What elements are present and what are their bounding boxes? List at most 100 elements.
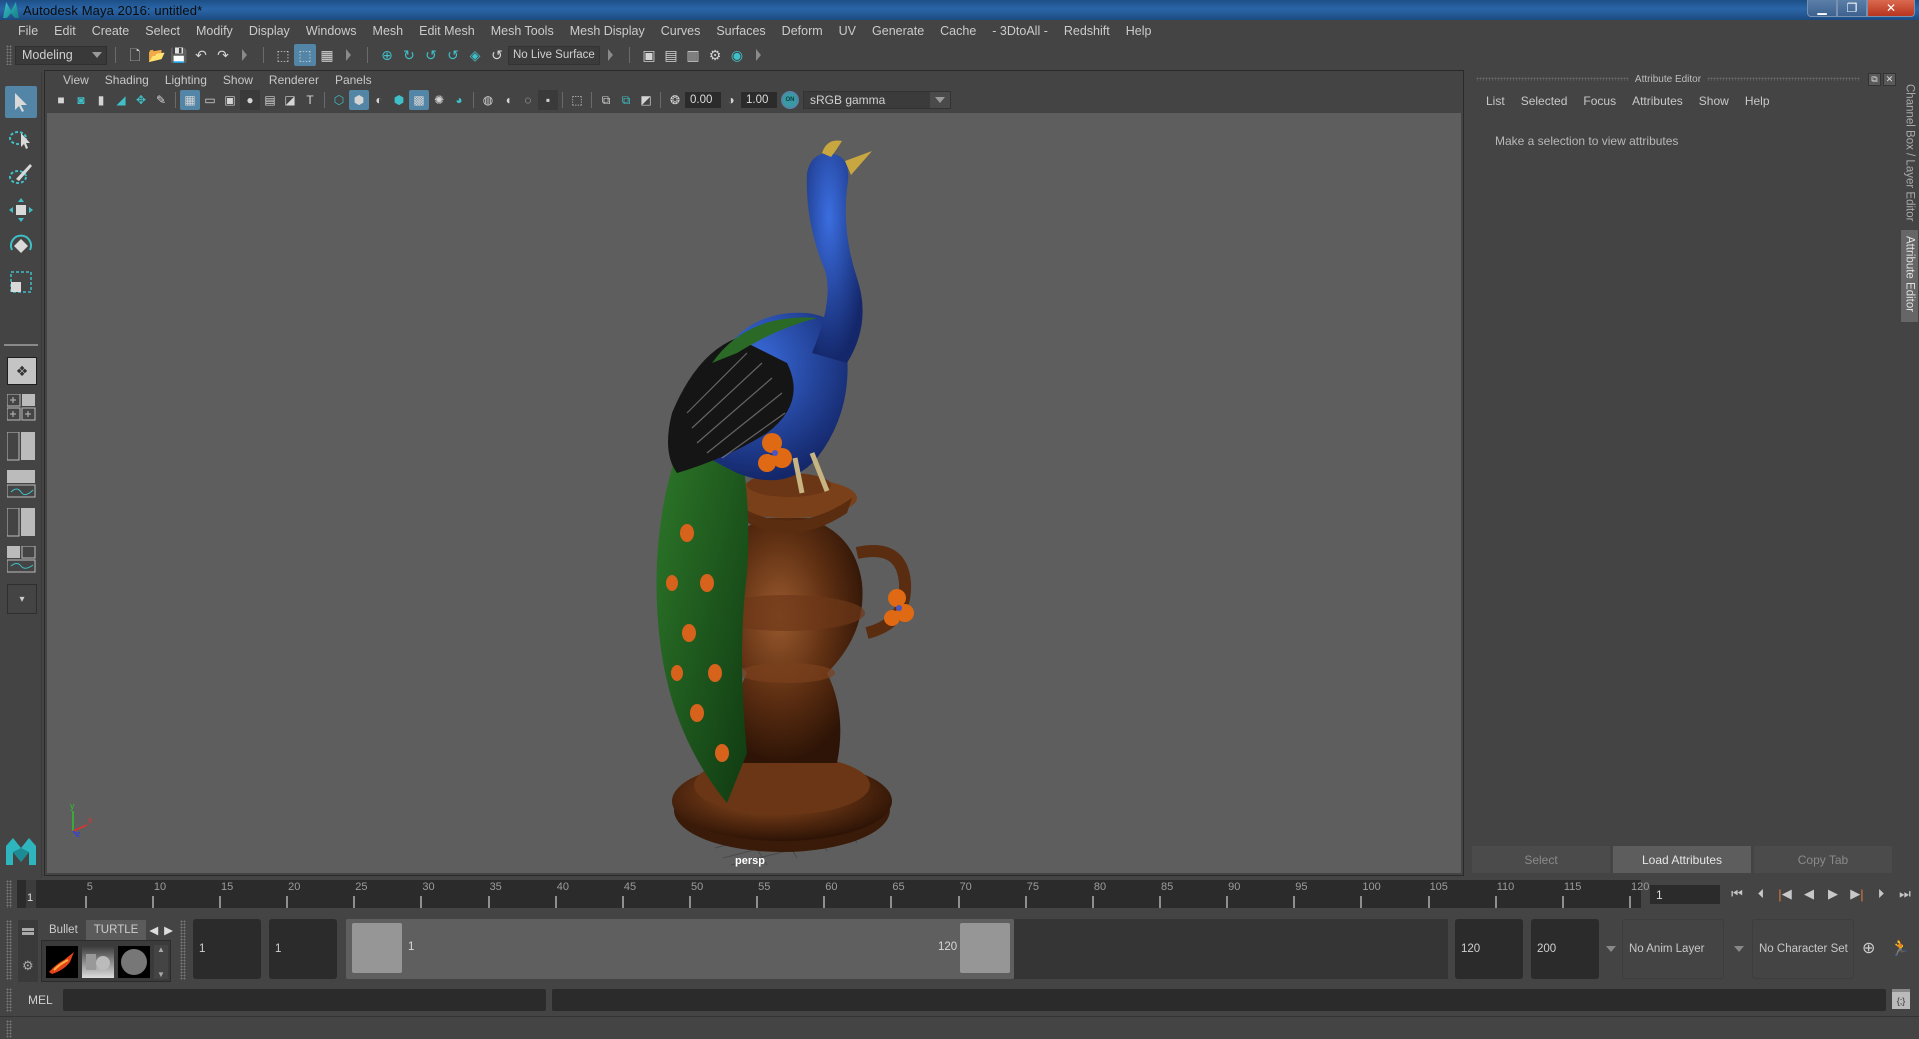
save-scene-button[interactable]: 💾 — [168, 44, 190, 66]
menu-create[interactable]: Create — [84, 24, 138, 38]
script-language-toggle[interactable]: MEL — [28, 993, 53, 1007]
float-panel-button[interactable]: ⧉ — [1868, 72, 1881, 86]
four-view-layout[interactable] — [6, 393, 37, 422]
drag-handle[interactable] — [1476, 77, 1629, 81]
menu-windows[interactable]: Windows — [298, 24, 365, 38]
panel-menu-view[interactable]: View — [55, 73, 97, 87]
screen-space-ao-toggle[interactable]: ◍ — [478, 90, 498, 110]
snap-curve-button[interactable]: ↻ — [398, 44, 420, 66]
command-input[interactable] — [63, 989, 546, 1011]
menu-mesh-display[interactable]: Mesh Display — [562, 24, 653, 38]
restore-button[interactable]: ❐ — [1837, 0, 1867, 17]
move-tool[interactable] — [5, 194, 37, 226]
hypershade-persp-layout[interactable] — [6, 507, 37, 538]
gate-mask-toggle[interactable]: ● — [240, 90, 260, 110]
use-all-lights-toggle[interactable]: ✺ — [429, 90, 449, 110]
ae-menu-selected[interactable]: Selected — [1513, 94, 1576, 108]
play-backwards-button[interactable]: ◀ — [1797, 882, 1821, 906]
script-editor-button[interactable]: {;} — [1892, 989, 1910, 1009]
select-camera-button[interactable]: ■ — [51, 90, 71, 110]
panel-menu-shading[interactable]: Shading — [97, 73, 157, 87]
go-to-start-button[interactable]: ⏮ — [1725, 882, 1749, 906]
shelf-item-render-flame[interactable] — [46, 946, 78, 978]
range-start-handle[interactable] — [352, 923, 402, 973]
cmdline-grip[interactable] — [6, 988, 12, 1012]
panel-menu-lighting[interactable]: Lighting — [157, 73, 215, 87]
toolbar-grip[interactable] — [6, 45, 12, 65]
gamma-field[interactable]: 1.00 — [741, 92, 777, 108]
ae-menu-attributes[interactable]: Attributes — [1624, 94, 1691, 108]
image-plane-button[interactable]: ◢ — [111, 90, 131, 110]
load-attributes-button[interactable]: Load Attributes — [1613, 846, 1751, 873]
render-frame-button[interactable]: ▤ — [660, 44, 682, 66]
tab-channel-box-layer-editor[interactable]: Channel Box / Layer Editor — [1901, 78, 1918, 228]
shelf-tab-turtle[interactable]: TURTLE — [85, 920, 147, 940]
tab-attribute-editor[interactable]: Attribute Editor — [1901, 230, 1918, 322]
redo-button[interactable]: ↷ — [212, 44, 234, 66]
menu-3dtoall[interactable]: - 3DtoAll - — [984, 24, 1056, 38]
paint-select-tool[interactable] — [5, 158, 37, 190]
close-panel-button[interactable]: ✕ — [1883, 72, 1896, 86]
shelf-item-sphere-render[interactable] — [118, 946, 150, 978]
menu-cache[interactable]: Cache — [932, 24, 984, 38]
drag-handle[interactable] — [1707, 77, 1860, 81]
panel-menu-panels[interactable]: Panels — [327, 73, 380, 87]
menu-edit[interactable]: Edit — [46, 24, 84, 38]
menu-mesh[interactable]: Mesh — [365, 24, 412, 38]
wireframe-on-shaded-toggle[interactable]: ⬢ — [389, 90, 409, 110]
wireframe-toggle[interactable]: ⬡ — [329, 90, 349, 110]
ipr-render-button[interactable]: ▥ — [682, 44, 704, 66]
go-to-end-button[interactable]: ⏭ — [1893, 882, 1917, 906]
step-forward-frame-button[interactable]: ⏵ — [1869, 882, 1893, 906]
shadows-toggle[interactable]: ◕ — [449, 90, 469, 110]
shelf-settings-gear-icon[interactable]: ⚙ — [22, 958, 34, 974]
playback-start-field[interactable]: 1 — [269, 919, 337, 979]
snap-surface-button[interactable]: ◈ — [464, 44, 486, 66]
depth-of-field-toggle[interactable]: ▪ — [538, 90, 558, 110]
resolution-gate-toggle[interactable]: ▣ — [220, 90, 240, 110]
film-gate-toggle[interactable]: ▭ — [200, 90, 220, 110]
grid-toggle[interactable]: ▦ — [180, 90, 200, 110]
render-settings-button[interactable]: ⚙ — [704, 44, 726, 66]
snap-grid-button[interactable]: ⊕ — [376, 44, 398, 66]
outliner-persp-layout[interactable] — [6, 431, 37, 462]
grease-pencil-button[interactable]: ✎ — [151, 90, 171, 110]
new-scene-button[interactable]: 🗋 — [124, 44, 146, 66]
timeslider-grip[interactable] — [6, 880, 12, 908]
3d-viewport[interactable]: y x z persp — [47, 113, 1461, 873]
auto-key-button[interactable]: ⊕ — [1862, 938, 1875, 958]
step-back-key-button[interactable]: | ◀ — [1773, 882, 1797, 906]
camera-attributes-button[interactable]: ◙ — [71, 90, 91, 110]
menu-surfaces[interactable]: Surfaces — [708, 24, 773, 38]
more-layouts-button[interactable]: ▾ — [7, 584, 37, 614]
range-section-grip[interactable] — [180, 920, 186, 980]
shelf-scroll-left-icon[interactable]: ◀ — [146, 920, 161, 940]
persp-graph-layout[interactable] — [6, 470, 37, 500]
menu-uv[interactable]: UV — [831, 24, 864, 38]
ae-menu-list[interactable]: List — [1478, 94, 1513, 108]
menu-select[interactable]: Select — [137, 24, 188, 38]
current-frame-field[interactable]: 1 — [1650, 885, 1720, 904]
collapse-arrow-icon[interactable] — [346, 49, 351, 61]
menu-curves[interactable]: Curves — [653, 24, 709, 38]
live-surface-field[interactable]: No Live Surface — [508, 45, 600, 65]
minimize-button[interactable]: ▁ — [1807, 0, 1837, 17]
menu-help[interactable]: Help — [1118, 24, 1160, 38]
range-end-handle[interactable] — [960, 923, 1010, 973]
shelf-scroll-right-icon[interactable]: ▶ — [161, 920, 176, 940]
exposure-field[interactable]: 0.00 — [685, 92, 721, 108]
panel-menu-show[interactable]: Show — [215, 73, 261, 87]
select-button[interactable]: Select — [1472, 846, 1610, 873]
safe-title-toggle[interactable]: T — [300, 90, 320, 110]
field-chart-toggle[interactable]: ▤ — [260, 90, 280, 110]
menu-display[interactable]: Display — [241, 24, 298, 38]
scale-tool[interactable] — [5, 266, 37, 298]
2d-pan-zoom-button[interactable]: ✥ — [131, 90, 151, 110]
menu-generate[interactable]: Generate — [864, 24, 932, 38]
menu-deform[interactable]: Deform — [774, 24, 831, 38]
color-management-toggle[interactable]: ON — [781, 91, 799, 109]
shelf-item-bake-scene[interactable] — [82, 946, 114, 978]
gamma-reset-button[interactable]: ◑ — [721, 90, 741, 110]
persp-outliner-graph-layout[interactable] — [6, 545, 37, 576]
menuset-dropdown[interactable]: Modeling — [15, 45, 107, 65]
